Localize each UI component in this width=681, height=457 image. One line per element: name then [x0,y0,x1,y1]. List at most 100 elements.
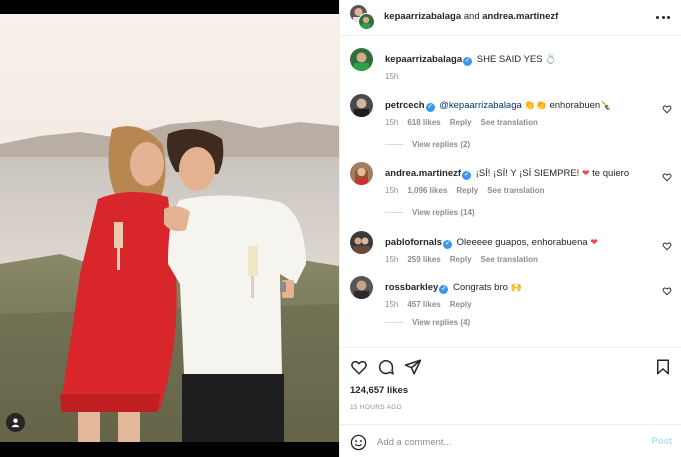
comment-text-line: petrcech ✓ @kepaarrizabalaga 👏👏 enhorabue… [385,100,655,112]
engagement-photo-illustration [0,14,339,442]
comment-avatar[interactable] [350,231,373,254]
comment-icon [378,359,394,375]
author-username[interactable]: kepaarrizabalaga [384,11,461,22]
red-heart-emoji: ❤ [590,238,598,248]
like-button[interactable] [350,358,368,376]
verified-badge-icon: ✓ [439,285,449,294]
verified-badge-icon: ✓ [443,240,453,249]
heart-icon[interactable] [662,286,672,296]
view-replies-label: View replies (14) [412,208,475,217]
collab-avatars[interactable] [350,5,375,30]
comments-panel: kepaarrizabalaga and andrea.martinezf ke… [339,0,681,457]
heart-icon[interactable] [662,241,672,251]
caption-meta: 15h [385,72,407,81]
share-button[interactable] [404,358,422,376]
comment-time[interactable]: 15h [385,255,398,264]
reply-button[interactable]: Reply [450,255,472,264]
comment-avatar[interactable] [350,94,373,117]
comment-time[interactable]: 15h [385,300,398,309]
user-tag-button[interactable] [6,413,25,432]
comment-time[interactable]: 15h [385,186,398,195]
comment-likes[interactable]: 1,096 likes [407,186,447,195]
replies-divider-line [385,322,403,324]
more-options-button[interactable] [656,11,670,23]
comment-meta: 15h 457 likes Reply [385,300,481,309]
champagne-emoji: 🍾 [600,101,612,111]
comment-likes[interactable]: 457 likes [407,300,440,309]
post-timestamp[interactable]: 15 HOURS AGO [350,404,402,411]
comment-text: ¡SÍ! ¡SÍ! Y ¡SÍ SIEMPRE! [475,168,580,179]
comment-avatar[interactable] [350,162,373,185]
verified-badge-icon: ✓ [425,103,435,112]
comment-username[interactable]: pablofornals [385,237,442,248]
comment-text: enhorabuen [549,100,601,111]
comment-meta: 15h 1,096 likes Reply See translation [385,186,554,195]
see-translation-button[interactable]: See translation [481,255,538,264]
post-title: kepaarrizabalaga and andrea.martinezf [384,11,558,22]
reply-button[interactable]: Reply [450,300,472,309]
comment-button[interactable] [377,358,395,376]
comment-username[interactable]: rossbarkley [385,282,438,293]
red-heart-emoji: ❤ [581,169,590,179]
comment-text: Congrats bro [452,282,508,293]
view-replies-button[interactable]: View replies (2) [385,140,470,149]
view-replies-button[interactable]: View replies (4) [385,318,470,327]
post-header: kepaarrizabalaga and andrea.martinezf [340,0,681,36]
view-replies-button[interactable]: View replies (14) [385,208,475,217]
user-tag-icon [11,418,20,428]
post-comment-button[interactable]: Post [651,436,672,447]
caption-time[interactable]: 15h [385,72,398,81]
emoji-picker-button[interactable] [350,434,367,451]
see-translation-button[interactable]: See translation [487,186,544,195]
smiley-icon [350,434,367,451]
raised-hands-emoji: 🙌 [510,283,522,293]
comment-text-line: pablofornals ✓ Oleeeee guapos, enhorabuen… [385,237,655,249]
caption-text: SHE SAID YES [476,54,543,65]
collaborator-username[interactable]: andrea.martinezf [482,11,558,22]
caption-text-line: kepaarrizabalaga ✓ SHE SAID YES 💍 [385,54,655,66]
ring-emoji: 💍 [545,55,557,65]
caption-username[interactable]: kepaarrizabalaga [385,54,462,65]
caption-avatar[interactable] [350,48,373,71]
post-photo[interactable] [0,14,339,442]
replies-divider-line [385,144,403,146]
likes-count[interactable]: 124,657 likes [350,385,408,396]
save-button[interactable] [654,358,672,376]
add-comment-bar: Post [340,424,681,457]
comment-meta: 15h 259 likes Reply See translation [385,255,547,264]
post-photo-panel [0,0,339,457]
reply-button[interactable]: Reply [456,186,478,195]
comment-item: pablofornals ✓ Oleeeee guapos, enhorabuen… [350,231,672,267]
comment-username[interactable]: andrea.martinezf [385,168,461,179]
comment-mention[interactable]: @kepaarrizabalaga [439,100,522,111]
heart-icon[interactable] [662,104,672,114]
comment-text-line: andrea.martinezf ✓ ¡SÍ! ¡SÍ! Y ¡SÍ SIEMPR… [385,168,655,180]
reply-button[interactable]: Reply [450,118,472,127]
comment-item: andrea.martinezf ✓ ¡SÍ! ¡SÍ! Y ¡SÍ SIEMPR… [350,162,672,220]
see-translation-button[interactable]: See translation [481,118,538,127]
title-joiner: and [463,11,480,22]
collaborator-avatar[interactable] [358,13,375,30]
verified-badge-icon: ✓ [462,171,472,180]
comment-likes[interactable]: 259 likes [407,255,440,264]
verified-badge-icon: ✓ [463,57,473,66]
comment-text-line: rossbarkley ✓ Congrats bro 🙌 [385,282,655,294]
comments-list: kepaarrizabalaga ✓ SHE SAID YES 💍 15h pet… [340,36,681,346]
clap-emoji: 👏👏 [524,101,547,111]
comment-item: petrcech ✓ @kepaarrizabalaga 👏👏 enhorabue… [350,94,672,152]
view-replies-label: View replies (2) [412,140,471,149]
comment-time[interactable]: 15h [385,118,398,127]
bookmark-icon [657,359,669,375]
comment-input[interactable] [377,434,627,450]
comment-username[interactable]: petrcech [385,100,425,111]
comment-item: rossbarkley ✓ Congrats bro 🙌 15h 457 likes… [350,276,672,334]
comment-likes[interactable]: 618 likes [407,118,440,127]
comment-avatar[interactable] [350,276,373,299]
more-horizontal-icon [656,15,659,19]
comment-text-after: te quiero [592,168,630,179]
paper-plane-icon [404,359,422,375]
heart-icon[interactable] [662,172,672,182]
view-replies-label: View replies (4) [412,318,471,327]
comment-text: Oleeeee guapos, enhorabuena [456,237,588,248]
replies-divider-line [385,212,403,214]
